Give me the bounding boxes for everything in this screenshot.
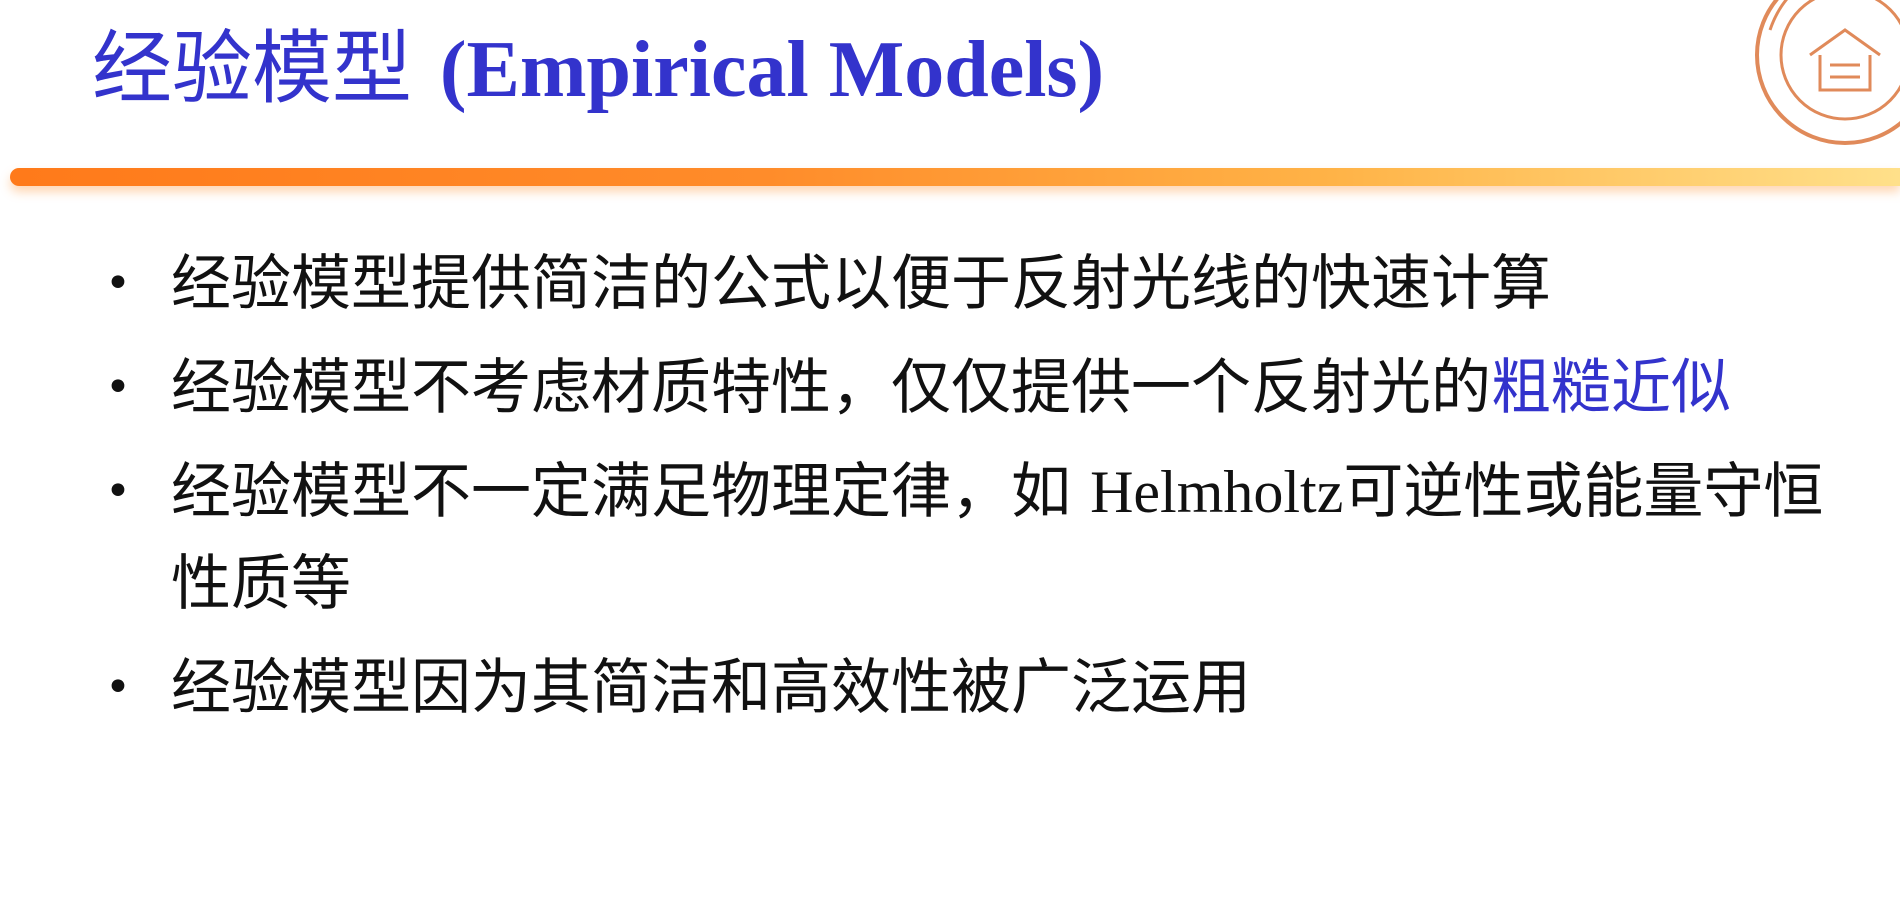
bullet-text: 经验模型不一定满足物理定律，如 [171,457,1091,527]
bullet-text: 经验模型不考虑材质特性，仅仅提供一个反射光的 [171,353,1491,423]
highlighted-text: 粗糙近似 [1491,353,1731,423]
bullet-latin-term: Helmholtz [1090,459,1344,525]
bullet-dot: • [105,258,131,309]
bullet-item: • 经验模型不一定满足物理定律，如 Helmholtz可逆性或能量守恒性质等 [105,446,1875,630]
slide: 经验模型 (Empirical Models) • 经验模型提供简洁的公式以便于反… [0,0,1900,910]
bullet-dot: • [105,662,131,713]
bullet-item: • 经验模型不考虑材质特性，仅仅提供一个反射光的粗糙近似 [105,342,1875,434]
slide-title: 经验模型 (Empirical Models) [92,18,1104,120]
bullet-text: 经验模型提供简洁的公式以便于反射光线的快速计算 [171,249,1551,319]
bullet-text: 经验模型因为其简洁和高效性被广泛运用 [171,653,1251,723]
bullet-item: • 经验模型提供简洁的公式以便于反射光线的快速计算 [105,238,1875,330]
title-english: (Empirical Models) [439,26,1105,114]
title-underline-bar [10,168,1900,186]
university-seal-icon [1755,0,1900,145]
bullet-item: • 经验模型因为其简洁和高效性被广泛运用 [105,642,1875,734]
bullet-dot: • [105,466,131,517]
title-chinese: 经验模型 [92,22,412,115]
bullet-list: • 经验模型提供简洁的公式以便于反射光线的快速计算 • 经验模型不考虑材质特性，仅仅… [105,238,1875,746]
bullet-dot: • [105,362,131,413]
